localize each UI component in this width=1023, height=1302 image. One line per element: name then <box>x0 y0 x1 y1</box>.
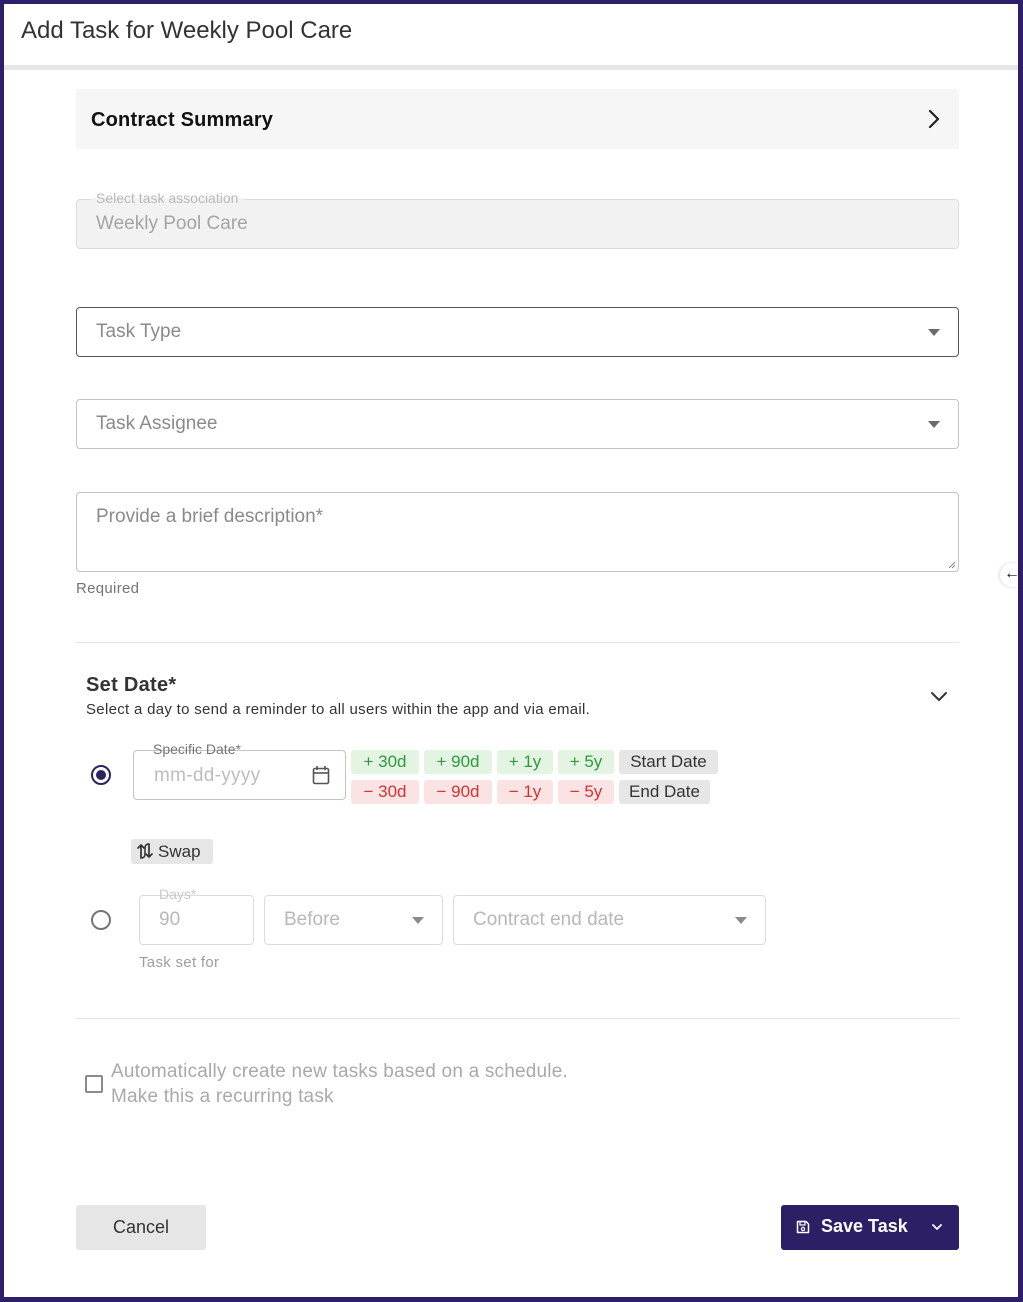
cancel-button[interactable]: Cancel <box>76 1205 206 1250</box>
dialog-title: Add Task for Weekly Pool Care <box>21 17 353 44</box>
save-task-label: Save Task <box>821 1216 908 1236</box>
header-divider <box>4 65 1018 70</box>
chevron-down-icon[interactable] <box>931 1223 943 1232</box>
add-90d-chip[interactable]: + 90d <box>424 750 492 774</box>
days-input[interactable]: Days* 90 <box>139 886 254 945</box>
task-association-value: Weekly Pool Care <box>96 213 248 234</box>
task-set-for-helper: Task set for <box>139 954 220 971</box>
set-date-subtitle: Select a day to send a reminder to all u… <box>86 701 591 718</box>
add-task-dialog: Add Task for Weekly Pool Care Contract S… <box>4 4 1018 1297</box>
direction-select[interactable]: Before <box>264 895 443 945</box>
recurring-label: Make this a recurring task <box>111 1086 334 1107</box>
reference-date-value: Contract end date <box>473 909 625 930</box>
task-assignee-placeholder: Task Assignee <box>96 413 218 434</box>
task-assignee-select[interactable]: Task Assignee <box>76 399 959 449</box>
subtract-30d-chip[interactable]: − 30d <box>351 780 419 804</box>
relative-date-radio[interactable] <box>91 910 111 930</box>
swap-icon <box>137 843 153 859</box>
task-association-label: Select task association <box>91 190 244 206</box>
subtract-1y-chip[interactable]: − 1y <box>497 780 553 804</box>
add-5y-chip[interactable]: + 5y <box>558 750 614 774</box>
save-task-button[interactable]: Save Task <box>781 1205 959 1250</box>
caret-down-icon <box>412 917 424 924</box>
description-textarea[interactable]: Provide a brief description* <box>76 492 959 572</box>
calendar-icon[interactable] <box>312 765 330 785</box>
save-icon <box>796 1220 810 1234</box>
subtract-5y-chip[interactable]: − 5y <box>558 780 614 804</box>
caret-down-icon <box>928 329 940 336</box>
caret-down-icon <box>928 421 940 428</box>
specific-date-radio[interactable] <box>91 765 111 785</box>
recurring-description: Automatically create new tasks based on … <box>111 1061 568 1082</box>
days-value: 90 <box>159 909 181 930</box>
direction-value: Before <box>284 909 340 930</box>
days-label: Days* <box>154 886 202 902</box>
specific-date-label: Specific Date* <box>148 741 246 757</box>
recurring-task-checkbox[interactable] <box>85 1075 103 1093</box>
section-divider <box>76 1018 959 1019</box>
description-helper-text: Required <box>76 580 140 597</box>
chevron-down-icon[interactable] <box>930 690 948 704</box>
swap-label: Swap <box>158 842 201 861</box>
specific-date-input[interactable]: Specific Date* mm-dd-yyyy <box>133 741 346 800</box>
section-divider <box>76 642 959 643</box>
contract-summary-label: Contract Summary <box>91 109 274 131</box>
task-association-field: Select task association Weekly Pool Care <box>76 190 959 249</box>
subtract-90d-chip[interactable]: − 90d <box>424 780 492 804</box>
description-placeholder: Provide a brief description* <box>96 506 324 527</box>
add-30d-chip[interactable]: + 30d <box>351 750 419 774</box>
reference-date-select[interactable]: Contract end date <box>453 895 766 945</box>
arrow-left-icon: ← <box>1004 565 1020 582</box>
task-type-placeholder: Task Type <box>96 321 182 342</box>
end-date-chip[interactable]: End Date <box>619 780 710 804</box>
task-type-select[interactable]: Task Type <box>76 307 959 357</box>
start-date-chip[interactable]: Start Date <box>619 750 718 774</box>
chevron-right-icon <box>928 109 940 129</box>
set-date-title: Set Date* <box>86 674 177 696</box>
specific-date-placeholder: mm-dd-yyyy <box>154 765 261 786</box>
side-panel-toggle[interactable]: ← <box>1000 563 1020 587</box>
add-1y-chip[interactable]: + 1y <box>497 750 553 774</box>
dialog-header: Add Task for Weekly Pool Care <box>4 4 1018 66</box>
contract-summary-toggle[interactable]: Contract Summary <box>76 89 959 149</box>
caret-down-icon <box>735 917 747 924</box>
resize-grip-icon[interactable] <box>948 561 956 569</box>
swap-button[interactable]: Swap <box>131 839 213 864</box>
